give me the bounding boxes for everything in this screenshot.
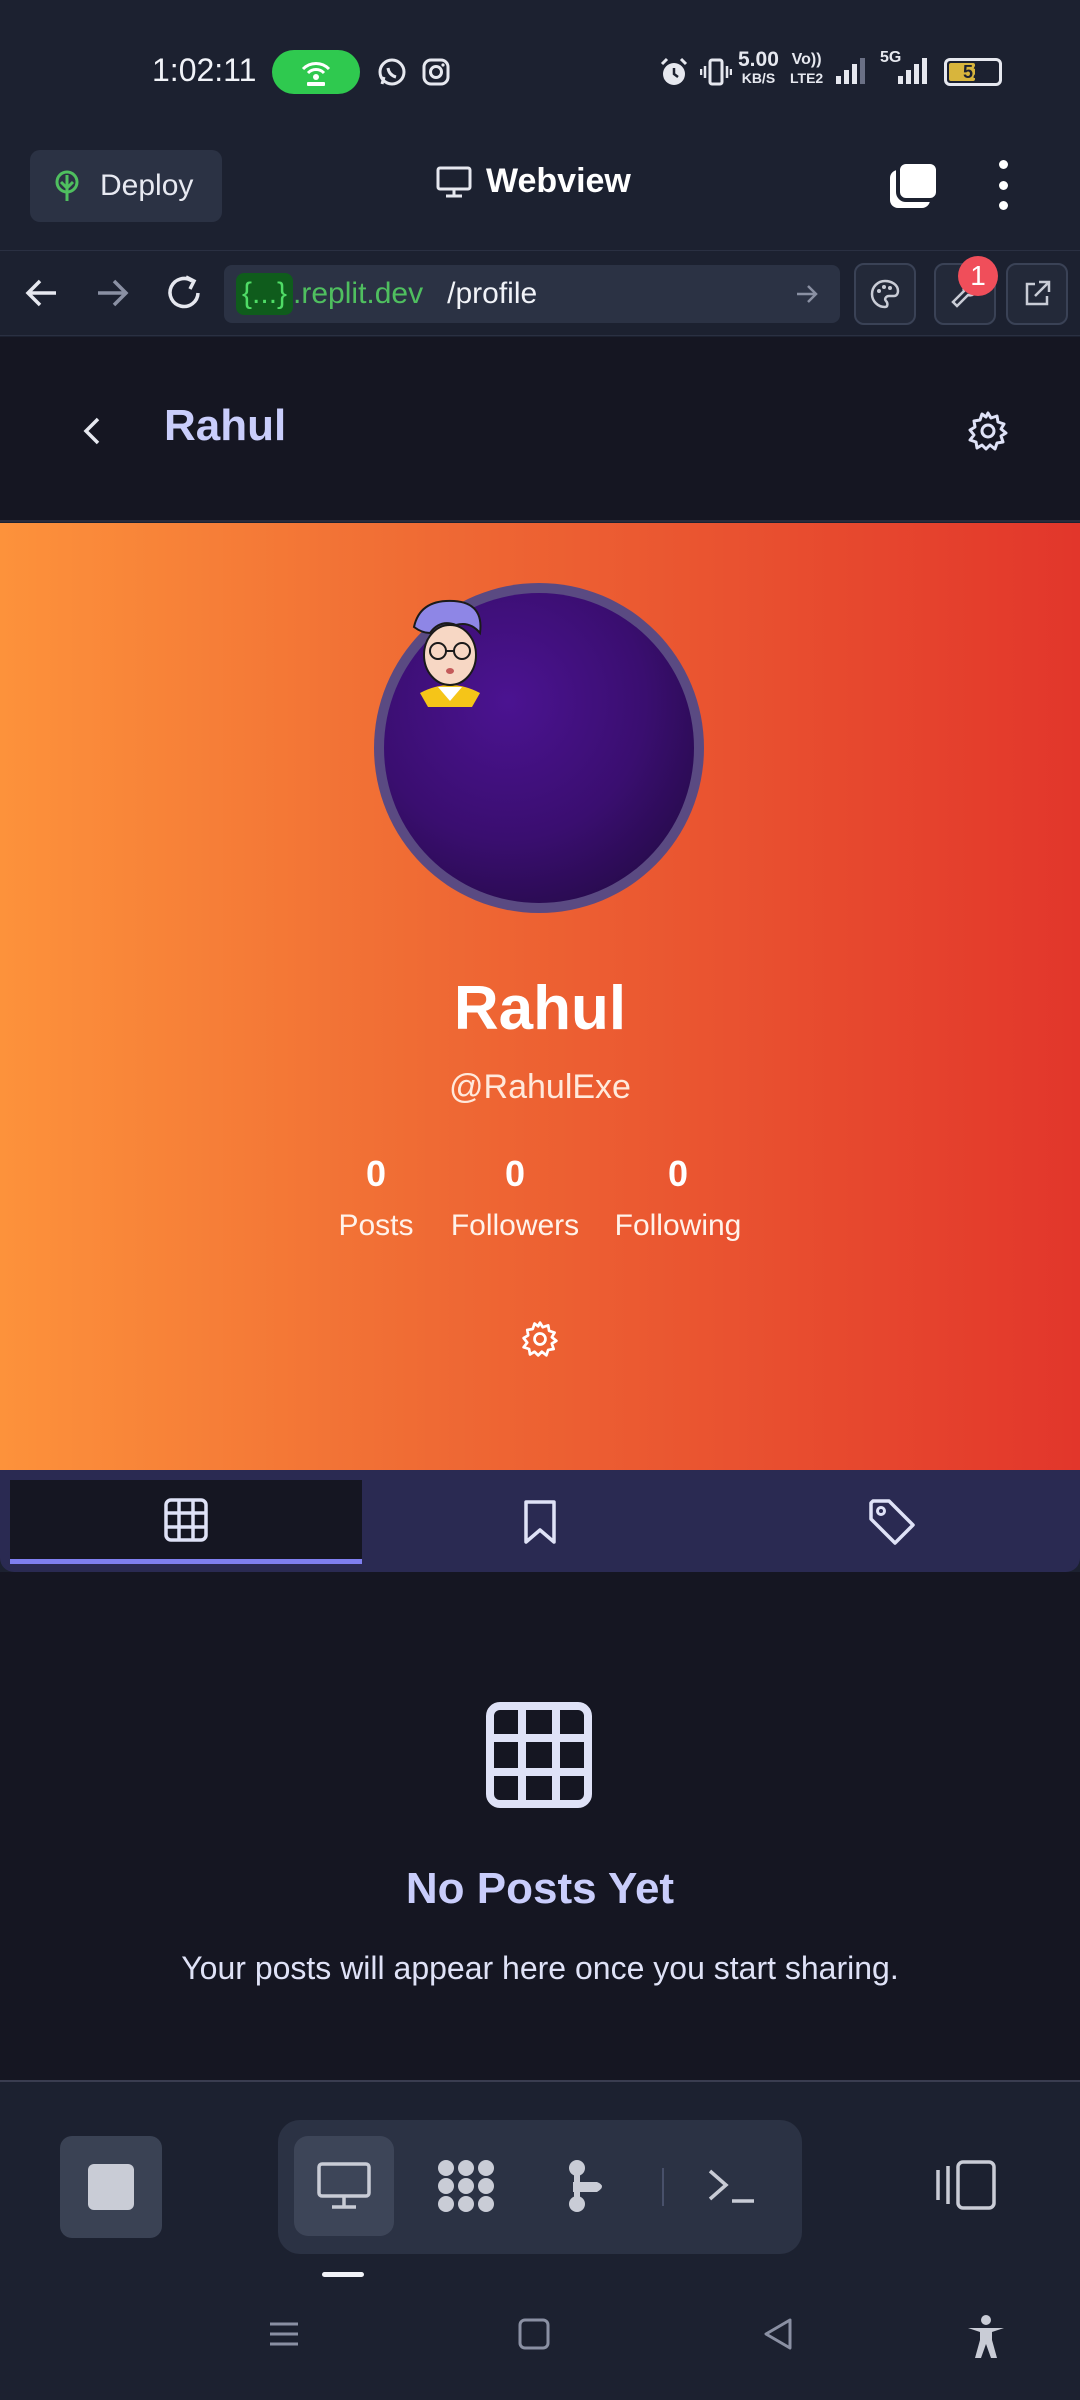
- status-bar: 1:02:11 5.00 KB/S Vo)) LTE2 5G 52: [0, 0, 1080, 140]
- signal-icon: [836, 58, 865, 84]
- back-triangle-icon[interactable]: [758, 2314, 798, 2354]
- more-menu-icon[interactable]: [990, 160, 1016, 210]
- url-badge: {...}: [236, 273, 294, 315]
- open-external-button[interactable]: [1006, 263, 1068, 325]
- alarm-icon: [660, 57, 688, 85]
- stat-followers[interactable]: 0 Followers: [440, 1153, 590, 1243]
- deploy-label: Deploy: [100, 169, 194, 202]
- accessibility-icon[interactable]: [964, 2314, 1008, 2360]
- battery-icon: 52: [944, 58, 1002, 86]
- volte-top: Vo)): [791, 51, 822, 68]
- stat-posts-value: 0: [365, 1153, 387, 1194]
- tool-separator: [662, 2168, 664, 2206]
- deploy-button[interactable]: Deploy: [30, 150, 222, 222]
- replit-bottom-toolbar: [0, 2084, 1080, 2290]
- packages-icon: [438, 2160, 494, 2212]
- posts-content: No Posts Yet Your posts will appear here…: [0, 1572, 1080, 2082]
- stat-posts[interactable]: 0 Posts: [326, 1153, 426, 1243]
- active-tool-indicator: [322, 2272, 364, 2277]
- settings-gear-icon[interactable]: [966, 409, 1010, 453]
- android-nav-bar: [0, 2290, 1080, 2400]
- volte-bottom: LTE2: [790, 70, 824, 86]
- profile-banner: Rahul @RahulExe 0 Posts 0 Followers 0 Fo…: [0, 523, 1080, 1470]
- bookmark-icon: [524, 1500, 556, 1544]
- profile-name: Rahul: [453, 974, 627, 1043]
- recents-menu-icon[interactable]: [264, 2314, 304, 2354]
- home-icon[interactable]: [514, 2314, 554, 2354]
- shell-tool[interactable]: [682, 2136, 782, 2236]
- webview-title: Webview: [486, 162, 631, 200]
- empty-state-title: No Posts Yet: [405, 1864, 675, 1913]
- stat-followers-value: 0: [504, 1153, 526, 1194]
- url-path: /profile: [447, 277, 538, 310]
- forward-arrow-icon[interactable]: [92, 271, 132, 315]
- tab-tagged[interactable]: [716, 1480, 1068, 1564]
- stop-button[interactable]: [60, 2136, 162, 2238]
- terminal-icon: [708, 2169, 754, 2203]
- empty-grid-icon: [486, 1702, 592, 1808]
- tab-saved[interactable]: [364, 1480, 716, 1564]
- empty-state-subtitle: Your posts will appear here once you sta…: [181, 1950, 899, 1986]
- net-speed-value: 5.00: [738, 48, 779, 71]
- stat-posts-label: Posts: [338, 1209, 414, 1242]
- profile-tabs: [0, 1470, 1080, 1572]
- back-chevron-icon[interactable]: [76, 409, 110, 453]
- profile-handle: @RahulExe: [449, 1068, 631, 1106]
- tool-switcher: [278, 2120, 802, 2254]
- stat-followers-label: Followers: [450, 1209, 580, 1242]
- url-toolbar: {...} .replit.dev /profile: [0, 250, 1080, 336]
- battery-level: 52: [962, 62, 984, 82]
- page-title: Rahul: [164, 401, 287, 450]
- external-link-icon: [1025, 280, 1051, 306]
- hotspot-icon: [301, 62, 331, 86]
- webview-tab[interactable]: Webview: [436, 162, 631, 201]
- vibrate-icon: [700, 58, 732, 86]
- tab-posts-grid[interactable]: [10, 1480, 362, 1564]
- agent-icon: [569, 2160, 602, 2212]
- stat-following[interactable]: 0 Following: [602, 1153, 754, 1243]
- tag-icon: [869, 1499, 915, 1545]
- signal-icon-2: [898, 58, 927, 84]
- palette-icon: [870, 279, 900, 309]
- url-input[interactable]: {...} .replit.dev /profile: [224, 265, 840, 323]
- avatar-character: [412, 599, 482, 707]
- whatsapp-icon: [378, 58, 406, 86]
- edit-settings-gear-icon[interactable]: [520, 1319, 560, 1359]
- monitor-icon: [317, 2162, 371, 2209]
- notification-badge: 1: [958, 256, 998, 296]
- instagram-icon: [422, 58, 450, 86]
- replit-header: Deploy Webview: [0, 140, 1080, 250]
- theme-button[interactable]: [854, 263, 916, 325]
- net-speed-unit: KB/S: [741, 70, 776, 86]
- url-domain: .replit.dev: [293, 277, 424, 310]
- stop-icon: [88, 2164, 134, 2210]
- webview-tool[interactable]: [294, 2136, 394, 2236]
- tabs-icon[interactable]: [886, 160, 940, 210]
- stat-following-value: 0: [667, 1153, 689, 1194]
- agent-tool[interactable]: [538, 2136, 638, 2236]
- reload-icon[interactable]: [162, 271, 206, 315]
- stat-following-label: Following: [614, 1209, 742, 1242]
- monitor-icon: [436, 166, 472, 197]
- status-time: 1:02:11: [152, 52, 257, 88]
- packages-tool[interactable]: [416, 2136, 516, 2236]
- split-view-icon[interactable]: [934, 2158, 1000, 2212]
- grid-icon: [164, 1497, 208, 1542]
- back-arrow-icon[interactable]: [22, 271, 62, 315]
- hotspot-indicator: [272, 50, 360, 94]
- go-arrow-icon[interactable]: [794, 281, 820, 307]
- deploy-icon: [55, 170, 79, 201]
- app-header: Rahul: [0, 337, 1080, 522]
